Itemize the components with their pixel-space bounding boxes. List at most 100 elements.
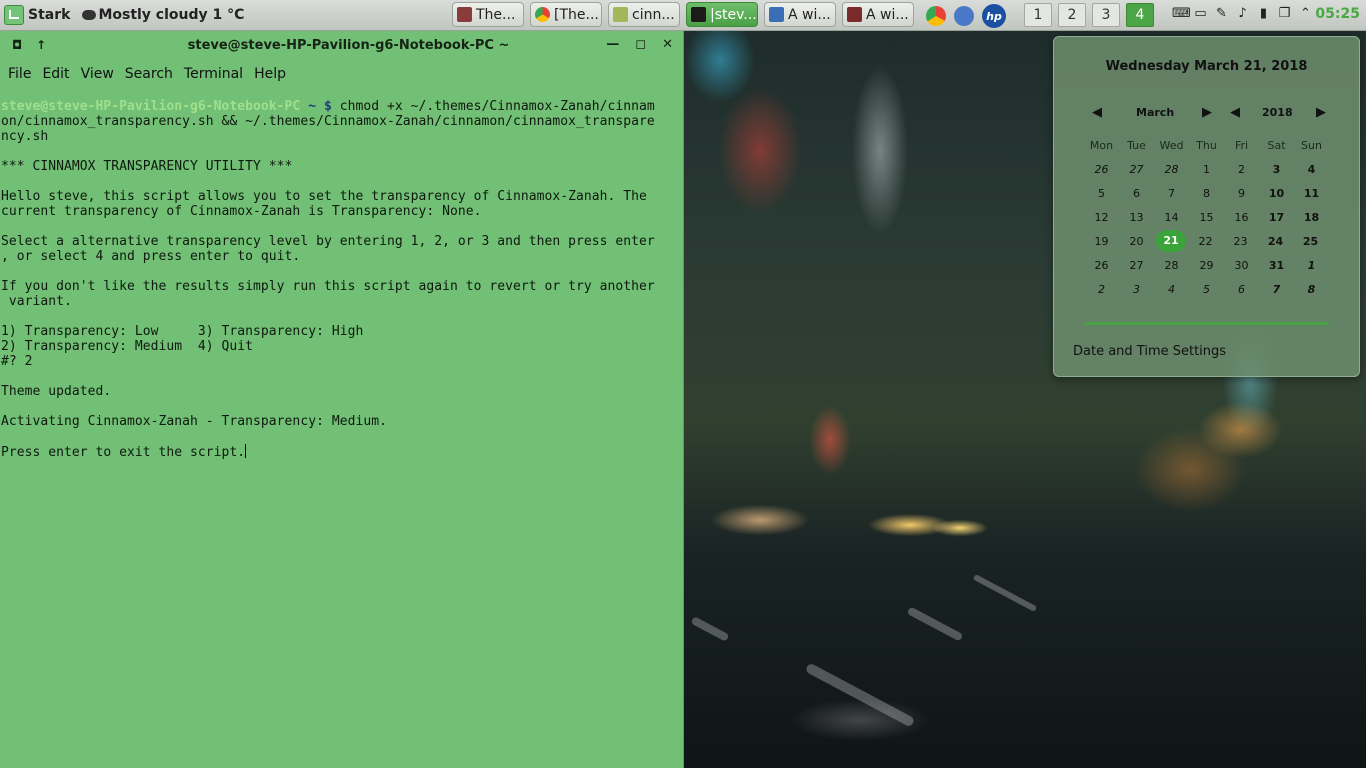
menu-label: Stark	[28, 7, 71, 23]
task-button[interactable]: A wi...	[842, 2, 914, 27]
window-menu-icon[interactable]: ◘	[12, 38, 22, 52]
calendar-day-today[interactable]: 21	[1156, 230, 1186, 252]
close-icon[interactable]: ✕	[662, 37, 673, 52]
calendar-day[interactable]: 30	[1224, 259, 1259, 272]
calendar-day[interactable]: 4	[1294, 163, 1329, 176]
next-month-icon[interactable]: ▶	[1202, 105, 1212, 120]
calendar-day[interactable]: 7	[1259, 283, 1294, 296]
terminal-line: *** CINNAMOX TRANSPARENCY UTILITY ***	[1, 159, 293, 174]
menu-search[interactable]: Search	[125, 66, 173, 82]
prev-month-icon[interactable]: ◀	[1092, 105, 1102, 120]
menu-file[interactable]: File	[8, 66, 31, 82]
task-label: A wi...	[788, 6, 831, 23]
calendar-day[interactable]: 10	[1259, 187, 1294, 200]
terminal-line: Theme updated.	[1, 384, 112, 399]
calendar-day[interactable]: 28	[1154, 259, 1189, 272]
calendar-day[interactable]: 19	[1084, 235, 1119, 248]
chrome-icon	[535, 7, 550, 22]
next-year-icon[interactable]: ▶	[1316, 105, 1326, 120]
calendar-day[interactable]: 20	[1119, 235, 1154, 248]
calendar-day[interactable]: 24	[1258, 235, 1293, 248]
calendar-day[interactable]: 26	[1084, 259, 1119, 272]
weather-text: Mostly cloudy 1 °C	[98, 7, 245, 23]
calendar-day[interactable]: 6	[1224, 283, 1259, 296]
calendar-day[interactable]: 5	[1084, 187, 1119, 200]
calendar-day[interactable]: 25	[1293, 235, 1328, 248]
task-label: cinn...	[632, 6, 675, 23]
pen-icon[interactable]: ✎	[1214, 6, 1229, 21]
workspace-2[interactable]: 2	[1058, 3, 1086, 27]
workspace-4[interactable]: 4	[1126, 3, 1154, 27]
calendar-day[interactable]: 17	[1259, 211, 1294, 224]
workspace-switcher: 1 2 3 4	[1024, 3, 1154, 27]
calendar-day[interactable]: 13	[1119, 211, 1154, 224]
calendar-week-row: 19 20 21 22 23 24 25	[1084, 229, 1360, 253]
volume-icon[interactable]: ♪	[1235, 6, 1250, 21]
chevron-up-icon[interactable]: ⌃	[1298, 6, 1313, 21]
calendar-day[interactable]: 1	[1189, 163, 1224, 176]
scrollbar[interactable]	[676, 87, 681, 767]
menu-view[interactable]: View	[81, 66, 114, 82]
calendar-week-row: 26 27 28 29 30 31 1	[1084, 253, 1360, 277]
hp-icon[interactable]: hp	[982, 4, 1006, 28]
minimize-icon[interactable]: —	[606, 37, 619, 52]
workspace-1[interactable]: 1	[1024, 3, 1052, 27]
calendar-day[interactable]: 12	[1084, 211, 1119, 224]
calendar-day[interactable]: 15	[1189, 211, 1224, 224]
calendar-day[interactable]: 29	[1189, 259, 1224, 272]
command-text: chmod +x ~/.themes/Cinnamox-Zanah/cinnam	[331, 99, 655, 114]
calendar-day[interactable]: 7	[1154, 187, 1189, 200]
calendar-day[interactable]: 8	[1294, 283, 1329, 296]
system-tray: ⌨ ▭ ✎ ♪ ▮ ❐ ⌃	[1172, 6, 1313, 21]
windows-icon[interactable]: ❐	[1277, 6, 1292, 21]
calendar-day[interactable]: 23	[1223, 235, 1258, 248]
calendar-day[interactable]: 9	[1224, 187, 1259, 200]
task-button[interactable]: cinn...	[608, 2, 680, 27]
keyboard-icon[interactable]: ⌨	[1172, 6, 1191, 21]
menu-terminal[interactable]: Terminal	[184, 66, 243, 82]
task-button[interactable]: A wi...	[764, 2, 836, 27]
calendar-day[interactable]: 3	[1259, 163, 1294, 176]
battery-icon[interactable]: ▮	[1256, 6, 1271, 21]
calendar-popup: Wednesday March 21, 2018 ◀ March ▶ ◀ 201…	[1053, 36, 1360, 377]
menu-button[interactable]: Stark	[0, 0, 76, 30]
calendar-day[interactable]: 14	[1154, 211, 1189, 224]
date-time-settings-link[interactable]: Date and Time Settings	[1073, 344, 1226, 359]
terminal-line: If you don't like the results simply run…	[1, 279, 655, 294]
window-titlebar[interactable]: ◘ ↑ steve@steve-HP-Pavilion-g6-Notebook-…	[0, 31, 683, 60]
terminal-output[interactable]: steve@steve-HP-Pavilion-g6-Notebook-PC ~…	[0, 87, 683, 460]
calendar-day[interactable]: 5	[1189, 283, 1224, 296]
task-button[interactable]: [The...	[530, 2, 602, 27]
calendar-day[interactable]: 22	[1188, 235, 1223, 248]
menu-help[interactable]: Help	[254, 66, 286, 82]
calendar-day[interactable]: 2	[1084, 283, 1119, 296]
calendar-day[interactable]: 1	[1294, 259, 1329, 272]
calendar-day[interactable]: 27	[1119, 259, 1154, 272]
calendar-day[interactable]: 3	[1119, 283, 1154, 296]
calendar-day[interactable]: 26	[1084, 163, 1119, 176]
pin-icon[interactable]: ↑	[36, 38, 46, 52]
network-globe-icon[interactable]	[954, 6, 974, 26]
prev-year-icon[interactable]: ◀	[1230, 105, 1240, 120]
weather-applet[interactable]: Mostly cloudy 1 °C	[82, 7, 244, 23]
calendar-day[interactable]: 6	[1119, 187, 1154, 200]
display-icon[interactable]: ▭	[1193, 6, 1208, 21]
menu-edit[interactable]: Edit	[42, 66, 69, 82]
calendar-day[interactable]: 18	[1294, 211, 1329, 224]
maximize-icon[interactable]: ◻	[635, 37, 646, 52]
task-button[interactable]: The...	[452, 2, 524, 27]
workspace-3[interactable]: 3	[1092, 3, 1120, 27]
task-label: A wi...	[866, 6, 909, 23]
chrome-icon[interactable]	[926, 6, 946, 26]
calendar-day[interactable]: 11	[1294, 187, 1329, 200]
calendar-day[interactable]: 8	[1189, 187, 1224, 200]
clock[interactable]: 05:25	[1315, 6, 1360, 22]
month-label: March	[1136, 106, 1175, 119]
calendar-day[interactable]: 27	[1119, 163, 1154, 176]
calendar-day[interactable]: 2	[1224, 163, 1259, 176]
calendar-day[interactable]: 28	[1154, 163, 1189, 176]
calendar-day[interactable]: 31	[1259, 259, 1294, 272]
task-button-active[interactable]: |stev...	[686, 2, 758, 27]
calendar-day[interactable]: 16	[1224, 211, 1259, 224]
calendar-day[interactable]: 4	[1154, 283, 1189, 296]
